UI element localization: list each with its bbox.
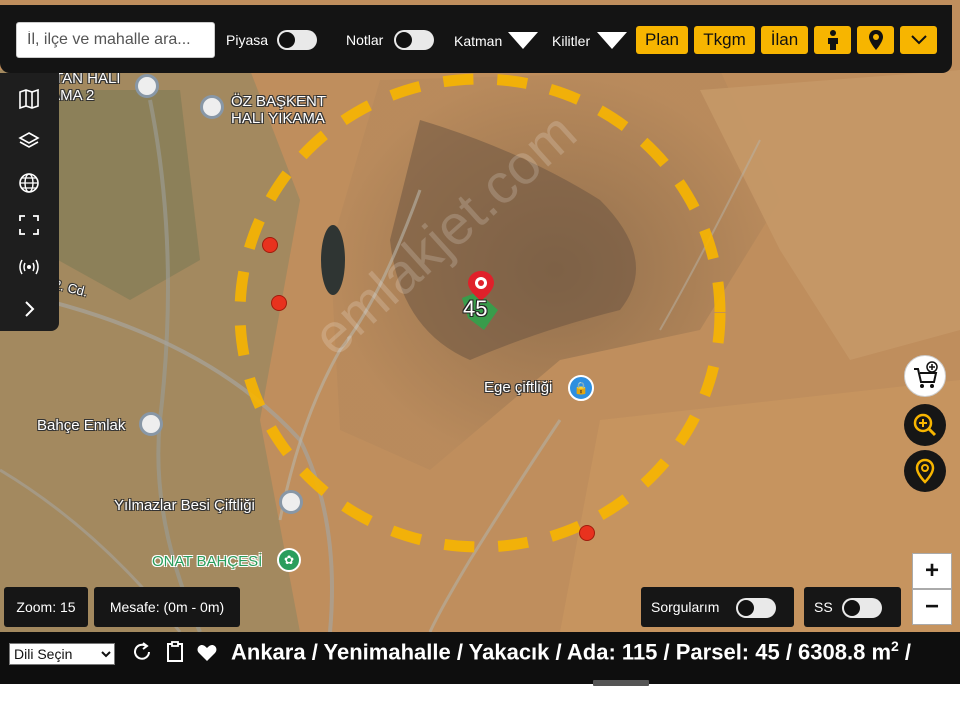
expand-sidebar-button[interactable] bbox=[14, 294, 44, 324]
layers-icon bbox=[18, 132, 40, 148]
toggle-knob bbox=[844, 600, 860, 616]
sorgularim-box: Sorgularım bbox=[641, 587, 794, 627]
map-button[interactable] bbox=[14, 84, 44, 114]
piyasa-label: Piyasa bbox=[226, 32, 269, 48]
area-exponent: 2 bbox=[891, 638, 899, 654]
satellite-map[interactable]: emlakjet.com SULTAN HALI YIKAMA 2 ÖZ BAŞ… bbox=[0, 0, 960, 632]
poi-marker[interactable] bbox=[279, 490, 303, 514]
poi-marker[interactable] bbox=[135, 74, 159, 98]
globe-button[interactable] bbox=[14, 168, 44, 198]
location-icon bbox=[915, 458, 935, 484]
plan-button[interactable]: Plan bbox=[636, 26, 688, 54]
left-sidebar bbox=[0, 73, 59, 331]
red-marker[interactable] bbox=[579, 525, 595, 541]
zoom-level-text: Zoom: 15 bbox=[16, 599, 76, 615]
red-marker[interactable] bbox=[271, 295, 287, 311]
map-icon bbox=[19, 88, 39, 110]
zoom-level-display: Zoom: 15 bbox=[4, 587, 88, 627]
broadcast-button[interactable] bbox=[14, 252, 44, 282]
sorgularim-label: Sorgularım bbox=[651, 599, 720, 615]
horizontal-scrollbar[interactable] bbox=[593, 680, 649, 686]
ss-label: SS bbox=[814, 599, 833, 615]
toggle-knob bbox=[279, 32, 295, 48]
location-path-trailing: / bbox=[898, 639, 912, 665]
refresh-icon[interactable] bbox=[131, 641, 153, 663]
fullscreen-button[interactable] bbox=[14, 210, 44, 240]
broadcast-icon bbox=[19, 259, 39, 275]
chevron-down-icon bbox=[910, 35, 927, 45]
map-label-bahce-emlak: Bahçe Emlak bbox=[37, 417, 126, 434]
kilitler-label[interactable]: Kilitler bbox=[552, 33, 590, 49]
location-path-text: Ankara / Yenimahalle / Yakacık / Ada: 11… bbox=[231, 639, 892, 665]
distance-text: Mesafe: (0m - 0m) bbox=[109, 599, 225, 615]
zoom-out-button[interactable]: − bbox=[912, 589, 952, 625]
search-input[interactable] bbox=[16, 22, 215, 58]
sorgularim-toggle[interactable] bbox=[736, 598, 776, 618]
map-label-ozbaskent: ÖZ BAŞKENT HALI YIKAMA bbox=[231, 93, 327, 127]
red-marker[interactable] bbox=[262, 237, 278, 253]
location-pin-button[interactable] bbox=[857, 26, 894, 54]
distance-display: Mesafe: (0m - 0m) bbox=[94, 587, 240, 627]
ss-box: SS bbox=[804, 587, 901, 627]
heart-icon[interactable] bbox=[196, 642, 218, 664]
piyasa-toggle[interactable] bbox=[277, 30, 317, 50]
map-label-yilmazlar: Yılmazlar Besi Çiftliği bbox=[114, 497, 255, 514]
green-poi-marker[interactable]: ✿ bbox=[277, 548, 301, 572]
more-dropdown-button[interactable] bbox=[900, 26, 937, 54]
ss-toggle[interactable] bbox=[842, 598, 882, 618]
toggle-knob bbox=[396, 32, 412, 48]
clipboard-icon[interactable] bbox=[164, 640, 186, 662]
globe-icon bbox=[19, 173, 39, 193]
poi-marker[interactable] bbox=[139, 412, 163, 436]
top-toolbar: Piyasa Notlar Katman Kilitler Plan Tkgm … bbox=[0, 5, 952, 73]
location-button[interactable] bbox=[904, 450, 946, 492]
person-button[interactable] bbox=[814, 26, 851, 54]
bottom-bar: Dili Seçin Ankara / Yenimahalle / Yakacı… bbox=[0, 632, 960, 684]
fullscreen-icon bbox=[19, 215, 39, 235]
toggle-knob bbox=[738, 600, 754, 616]
ilan-button[interactable]: İlan bbox=[761, 26, 808, 54]
location-path: Ankara / Yenimahalle / Yakacık / Ada: 11… bbox=[231, 638, 911, 665]
katman-label[interactable]: Katman bbox=[454, 33, 502, 49]
person-icon bbox=[827, 30, 838, 50]
zoom-in-search-button[interactable] bbox=[904, 404, 946, 446]
poi-marker[interactable] bbox=[200, 95, 224, 119]
zoom-in-button[interactable]: + bbox=[912, 553, 952, 589]
zoom-in-icon bbox=[913, 413, 937, 437]
parcel-number: 45 bbox=[463, 296, 488, 321]
notlar-label: Notlar bbox=[346, 32, 384, 48]
add-to-cart-button[interactable] bbox=[904, 355, 946, 397]
notlar-toggle[interactable] bbox=[394, 30, 434, 50]
kilitler-dropdown-icon[interactable] bbox=[597, 32, 627, 49]
lock-poi-marker[interactable]: 🔒 bbox=[568, 375, 594, 401]
map-label-ege: Ege çiftliği bbox=[484, 379, 553, 396]
katman-dropdown-icon[interactable] bbox=[508, 32, 538, 49]
location-pin-icon bbox=[868, 30, 883, 50]
language-select[interactable]: Dili Seçin bbox=[9, 643, 115, 665]
map-label-onat: ONAT BAHÇESİ bbox=[152, 553, 263, 570]
chevron-right-icon bbox=[25, 301, 35, 317]
layers-button[interactable] bbox=[14, 126, 44, 156]
tkgm-button[interactable]: Tkgm bbox=[694, 26, 755, 54]
add-to-cart-icon bbox=[914, 361, 938, 388]
